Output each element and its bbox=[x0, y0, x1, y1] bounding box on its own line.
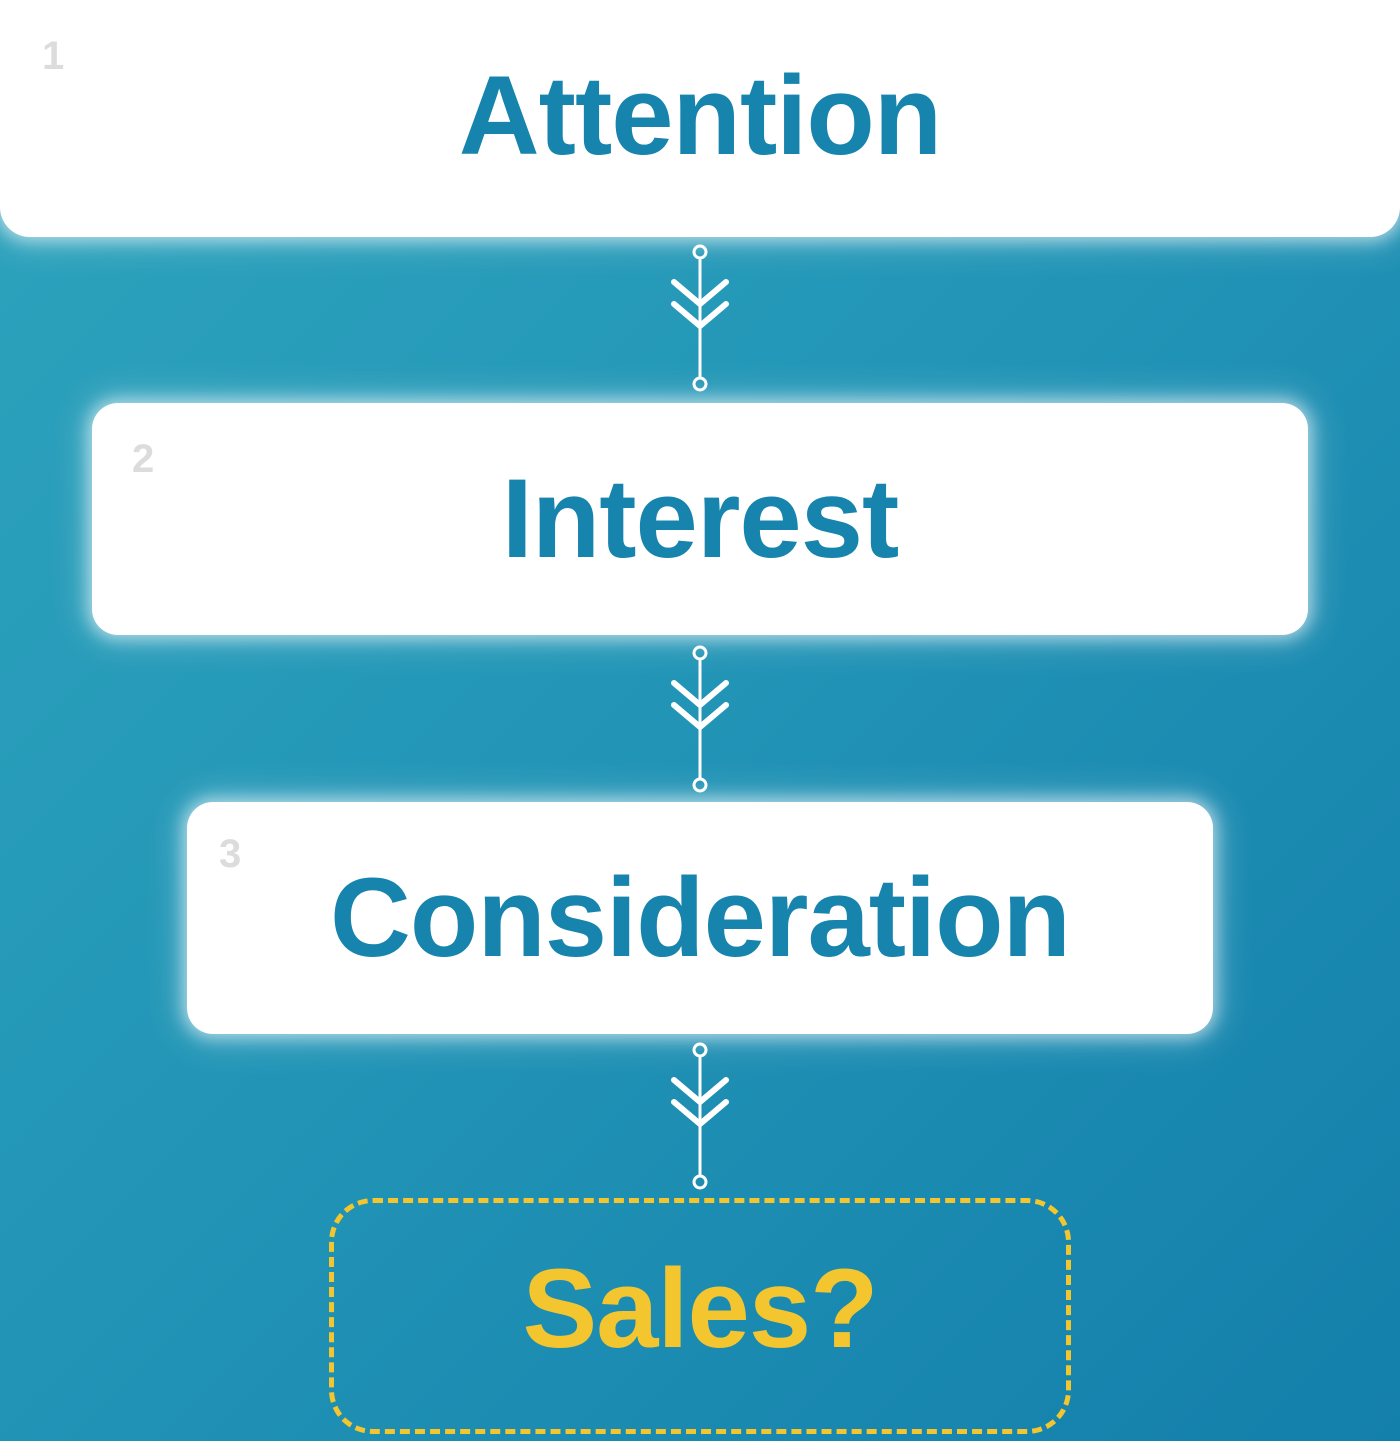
flow-connector bbox=[671, 1042, 729, 1190]
step-interest-box: 2 Interest bbox=[92, 403, 1308, 635]
flow-connector bbox=[671, 244, 729, 392]
step-number: 2 bbox=[132, 437, 155, 481]
outcome-label: Sales? bbox=[522, 1246, 878, 1371]
step-number: 1 bbox=[42, 34, 65, 78]
step-label: Interest bbox=[501, 456, 900, 581]
flow-connector bbox=[671, 645, 729, 793]
step-number: 3 bbox=[219, 832, 242, 876]
step-consideration-box: 3 Consideration bbox=[187, 802, 1213, 1034]
step-attention-box: 1 Attention bbox=[0, 0, 1400, 237]
outcome-sales-box: Sales? bbox=[329, 1198, 1071, 1434]
funnel-diagram: 1 Attention 2 Interest 3 Consideration S… bbox=[0, 0, 1400, 1441]
step-label: Attention bbox=[458, 52, 942, 178]
step-label: Consideration bbox=[330, 855, 1071, 980]
